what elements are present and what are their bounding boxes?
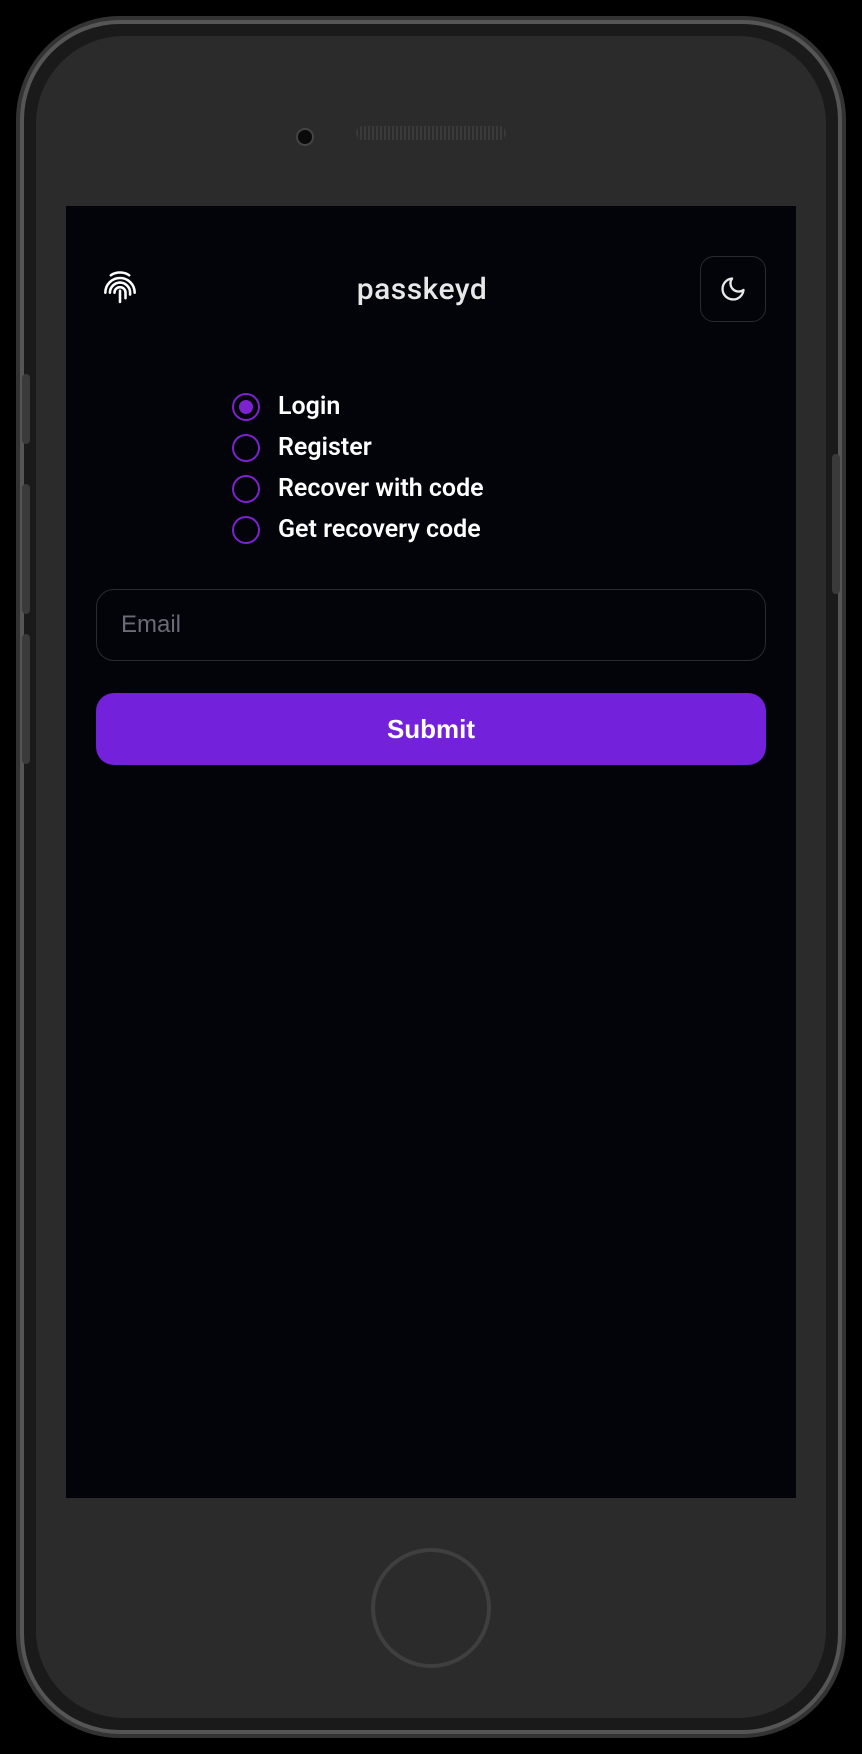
phone-speaker bbox=[356, 126, 506, 140]
email-input[interactable] bbox=[96, 589, 766, 661]
app-header: passkeyd bbox=[96, 256, 766, 322]
phone-volume-down bbox=[22, 634, 30, 764]
phone-device-frame: passkeyd Login Register bbox=[20, 20, 842, 1734]
phone-volume-up bbox=[22, 484, 30, 614]
auth-mode-radio-group: Login Register Recover with code Get rec… bbox=[232, 392, 766, 544]
radio-label: Recover with code bbox=[278, 474, 484, 503]
auth-form: Submit bbox=[96, 589, 766, 765]
app-screen: passkeyd Login Register bbox=[66, 206, 796, 1498]
phone-mute-switch bbox=[22, 374, 30, 444]
radio-indicator bbox=[232, 393, 260, 421]
theme-toggle-button[interactable] bbox=[700, 256, 766, 322]
phone-top-bezel bbox=[36, 36, 826, 206]
radio-option-get-code[interactable]: Get recovery code bbox=[232, 515, 766, 544]
phone-bottom-bezel bbox=[36, 1498, 826, 1718]
radio-indicator bbox=[232, 516, 260, 544]
radio-label: Get recovery code bbox=[278, 515, 481, 544]
phone-home-button bbox=[371, 1548, 491, 1668]
phone-power-button bbox=[832, 454, 840, 594]
radio-indicator bbox=[232, 475, 260, 503]
radio-indicator bbox=[232, 434, 260, 462]
radio-label: Login bbox=[278, 392, 340, 421]
phone-inner-frame: passkeyd Login Register bbox=[36, 36, 826, 1718]
submit-button[interactable]: Submit bbox=[96, 693, 766, 765]
radio-option-register[interactable]: Register bbox=[232, 433, 766, 462]
fingerprint-icon bbox=[96, 265, 144, 313]
phone-camera bbox=[296, 128, 314, 146]
radio-option-recover[interactable]: Recover with code bbox=[232, 474, 766, 503]
radio-option-login[interactable]: Login bbox=[232, 392, 766, 421]
app-title: passkeyd bbox=[357, 272, 488, 307]
moon-icon bbox=[719, 275, 747, 303]
radio-label: Register bbox=[278, 433, 372, 462]
